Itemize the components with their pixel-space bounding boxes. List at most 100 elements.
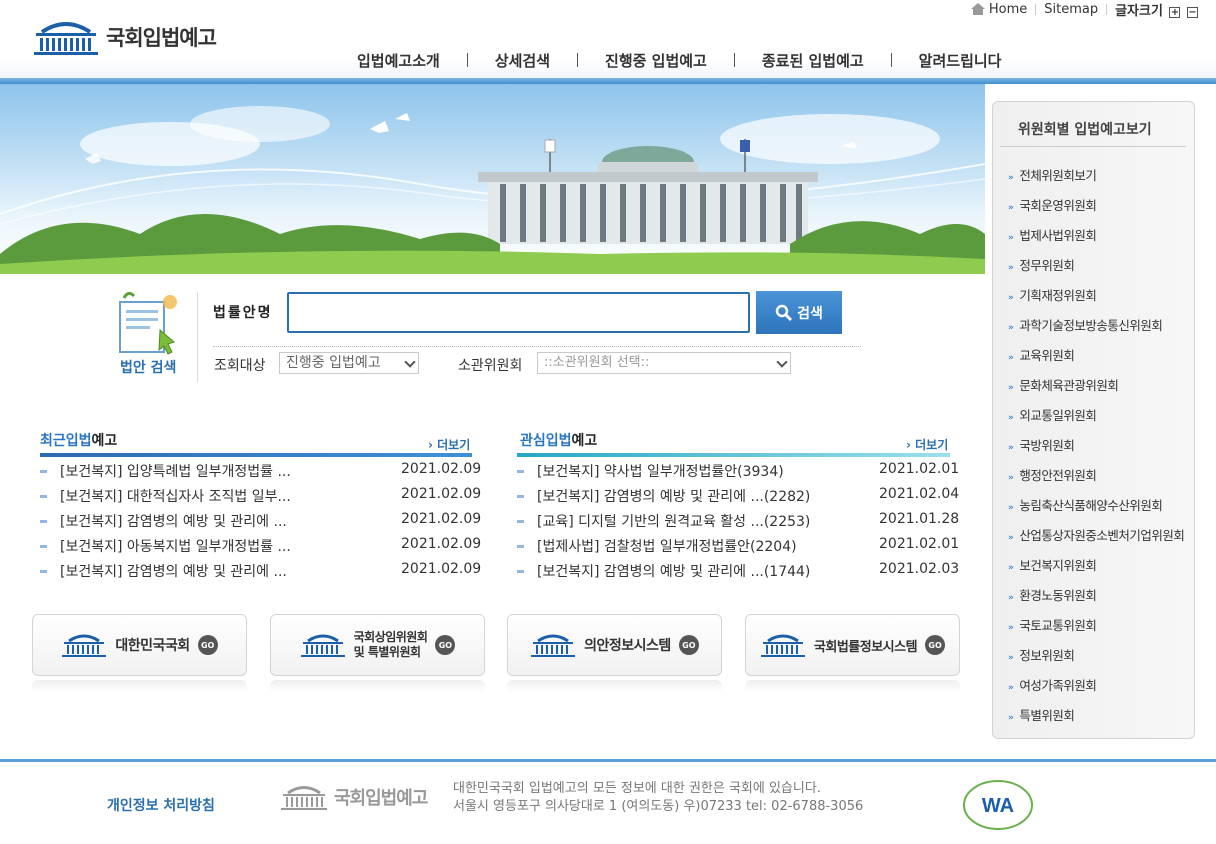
double-arrow-icon: » — [1008, 263, 1014, 273]
sidebar-item-agriculture[interactable]: » 농림축산식품해양수산위원회 — [1008, 495, 1163, 514]
sidebar-item-judiciary[interactable]: » 법제사법위원회 — [1008, 225, 1097, 244]
sidebar-item-industry[interactable]: » 산업통상자원중소벤처기업위원회 — [1008, 525, 1185, 544]
sidebar-title: 위원회별 입법예고보기 — [1018, 122, 1152, 138]
quick-link-law-info-system[interactable]: 국회법률정보시스템 GO — [745, 614, 960, 676]
double-arrow-icon: » — [1008, 413, 1014, 423]
bill-name-label: 법률안명 — [213, 305, 273, 321]
sidebar-item-culture[interactable]: » 문화체육관광위원회 — [1008, 375, 1119, 394]
double-arrow-icon: » — [1008, 533, 1014, 543]
sidebar-item-defense[interactable]: » 국방위원회 — [1008, 435, 1075, 454]
sidebar-item-gender-family[interactable]: » 여성가족위원회 — [1008, 675, 1097, 694]
search-button[interactable]: 검색 — [756, 291, 842, 334]
quick-link-national-assembly[interactable]: 대한민국국회 GO — [32, 614, 247, 676]
sidebar-item-science-ict[interactable]: » 과학기술정보방송통신위원회 — [1008, 315, 1163, 334]
committee-select[interactable]: ::소관위원회 선택:: — [537, 352, 791, 374]
bullet-icon — [40, 520, 47, 523]
quick-link-label: 의안정보시스템 — [584, 638, 671, 654]
sidebar-item-intelligence[interactable]: » 정보위원회 — [1008, 645, 1075, 664]
double-arrow-icon: » — [1008, 323, 1014, 333]
sidebar-item-political-affairs[interactable]: » 정무위원회 — [1008, 255, 1075, 274]
go-icon: GO — [678, 635, 699, 655]
sidebar-item-land-transport[interactable]: » 국토교통위원회 — [1008, 615, 1097, 634]
sidebar-item-health-welfare[interactable]: » 보건복지위원회 — [1008, 555, 1097, 574]
search-icon — [775, 304, 793, 321]
list-item[interactable]: [보건복지] 대한적십자사 조직법 일부... 2021.02.09 — [40, 486, 484, 506]
sidebar-item-foreign-affairs[interactable]: » 외교통일위원회 — [1008, 405, 1097, 424]
interest-more-link[interactable]: › 더보기 — [906, 436, 948, 453]
assembly-logo-icon — [281, 786, 327, 810]
sitemap-link[interactable]: Sitemap — [1036, 2, 1106, 17]
main-banner — [0, 84, 985, 274]
footer-logo-text: 국회입법예고 — [334, 788, 428, 809]
utility-menu: Home Sitemap 글자크기 + − — [963, 0, 1206, 19]
nav-item-detail-search[interactable]: 상세검색 — [468, 50, 577, 71]
main-nav: 입법예고소개 상세검색 진행중 입법예고 종료된 입법예고 알려드립니다 — [330, 50, 1028, 71]
double-arrow-icon: » — [1008, 623, 1014, 633]
dotted-divider — [213, 346, 861, 347]
double-arrow-icon: » — [1008, 203, 1014, 213]
footer-divider — [0, 759, 1216, 762]
button-reflection — [32, 680, 247, 692]
quick-link-label: 대한민국국회 — [115, 638, 190, 654]
logo-text: 국회입법예고 — [106, 26, 217, 50]
button-reflection — [270, 680, 485, 692]
nav-item-ongoing[interactable]: 진행중 입법예고 — [578, 50, 734, 71]
button-reflection — [745, 680, 960, 692]
font-increase-button[interactable]: + — [1169, 6, 1181, 18]
home-link[interactable]: Home — [963, 2, 1035, 17]
list-item[interactable]: [법제사법] 검찰청법 일부개정법률안(2204) 2021.02.01 — [517, 536, 963, 556]
go-icon: GO — [197, 635, 218, 655]
quick-link-committees[interactable]: 국회상임위원회 및 특별위원회 GO — [270, 614, 485, 676]
footer-info: 대한민국국회 입법예고의 모든 정보에 대한 권한은 국회에 있습니다. 서울시… — [453, 780, 863, 816]
list-item[interactable]: [보건복지] 아동복지법 일부개정법률 ... 2021.02.09 — [40, 536, 484, 556]
bill-name-input[interactable] — [287, 292, 750, 333]
assembly-logo-icon — [300, 634, 345, 657]
bullet-icon — [517, 545, 524, 548]
double-arrow-icon: » — [1008, 293, 1014, 303]
double-arrow-icon: » — [1008, 593, 1014, 603]
list-item[interactable]: [보건복지] 감염병의 예방 및 관리에 ...(2282) 2021.02.04 — [517, 486, 963, 506]
sidebar-item-special[interactable]: » 특별위원회 — [1008, 705, 1075, 724]
double-arrow-icon: » — [1008, 473, 1014, 483]
quick-link-label: 국회상임위원회 및 특별위원회 — [353, 630, 428, 659]
privacy-policy-link[interactable]: 개인정보 처리방침 — [107, 795, 215, 815]
assembly-logo-icon — [531, 634, 576, 657]
recent-more-link[interactable]: › 더보기 — [428, 436, 470, 453]
nav-item-intro[interactable]: 입법예고소개 — [330, 50, 467, 71]
bullet-icon — [517, 495, 524, 498]
list-item[interactable]: [보건복지] 입양특례법 일부개정법률 ... 2021.02.09 — [40, 461, 484, 481]
sidebar-item-public-admin[interactable]: » 행정안전위원회 — [1008, 465, 1097, 484]
sidebar-item-environment-labor[interactable]: » 환경노동위원회 — [1008, 585, 1097, 604]
section-bar — [517, 453, 950, 457]
double-arrow-icon: » — [1008, 683, 1014, 693]
chevron-down-icon — [776, 356, 788, 368]
home-icon — [970, 3, 985, 15]
wa-badge-text: WA — [982, 795, 1014, 817]
target-select[interactable]: 진행중 입법예고 — [279, 352, 419, 374]
list-item[interactable]: [보건복지] 감염병의 예방 및 관리에 ... 2021.02.09 — [40, 511, 484, 531]
sidebar-item-strategy-finance[interactable]: » 기획재정위원회 — [1008, 285, 1097, 304]
assembly-building-illustration — [0, 106, 985, 274]
list-item[interactable]: [보건복지] 감염병의 예방 및 관리에 ... 2021.02.09 — [40, 561, 484, 581]
site-logo[interactable]: 국회입법예고 — [32, 18, 217, 56]
list-item[interactable]: [보건복지] 약사법 일부개정법률안(3934) 2021.02.01 — [517, 461, 963, 481]
nav-item-notice[interactable]: 알려드립니다 — [892, 50, 1029, 71]
copyright-text: 대한민국국회 입법예고의 모든 정보에 대한 권한은 국회에 있습니다. — [453, 781, 821, 796]
assembly-logo-icon — [34, 22, 98, 55]
quick-link-bill-info-system[interactable]: 의안정보시스템 GO — [507, 614, 722, 676]
document-search-icon — [119, 291, 177, 355]
divider — [197, 292, 198, 382]
double-arrow-icon: » — [1008, 713, 1014, 723]
font-decrease-button[interactable]: − — [1187, 6, 1198, 18]
committee-label: 소관위원회 — [458, 358, 523, 374]
nav-item-ended[interactable]: 종료된 입법예고 — [735, 50, 891, 71]
list-item[interactable]: [교육] 디지털 기반의 원격교육 활성 ...(2253) 2021.01.28 — [517, 511, 963, 531]
quick-link-label: 국회법률정보시스템 — [813, 639, 918, 655]
recent-section-title: 최근입법예고 — [40, 433, 118, 449]
sidebar-item-education[interactable]: » 교육위원회 — [1008, 345, 1075, 364]
sidebar-item-all[interactable]: » 전체위원회보기 — [1008, 165, 1097, 184]
search-button-label: 검색 — [797, 305, 823, 322]
sidebar-item-operation[interactable]: » 국회운영위원회 — [1008, 195, 1097, 214]
double-arrow-icon: » — [1008, 353, 1014, 363]
list-item[interactable]: [보건복지] 감염병의 예방 및 관리에 ...(1744) 2021.02.03 — [517, 561, 963, 581]
